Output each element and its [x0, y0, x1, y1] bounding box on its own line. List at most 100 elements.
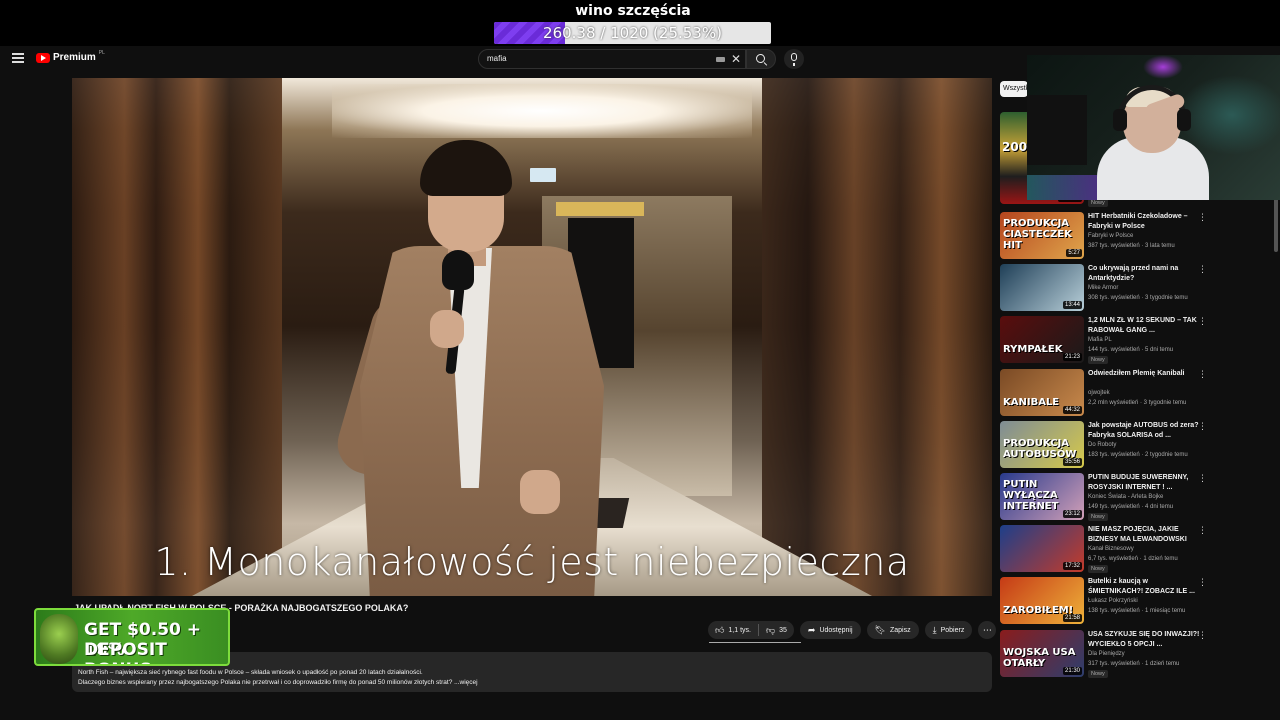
new-badge: Nowy	[1088, 565, 1108, 574]
channel-name[interactable]: Do Roboty	[1088, 442, 1116, 448]
recommendation-title[interactable]: PUTIN BUDUJE SUWERENNY, ROSYJSKI INTERNE…	[1088, 473, 1200, 493]
video-wall-left	[72, 78, 282, 596]
recommendation-thumbnail[interactable]: PRODUKCJA AUTOBUSÓW 35:56	[1000, 420, 1084, 468]
channel-name[interactable]: ojwojtek	[1088, 390, 1110, 396]
ad-mascot	[40, 614, 78, 664]
channel-name[interactable]: Łukasz Pokrzyński	[1088, 598, 1138, 604]
video-meta: 387 tys. wyświetleń · 3 lata temu	[1088, 243, 1175, 249]
recommendation-item[interactable]: ZAROBIŁEM! 21:58 Butelki z kaucją w ŚMIETN…	[1000, 577, 1270, 627]
recommendation-item[interactable]: RYMPAŁEK 21:23 1,2 MLN ZŁ W 12 SEKUND – TA…	[1000, 316, 1270, 366]
channel-name[interactable]: Fabryki w Polsce	[1088, 233, 1133, 239]
recommendation-thumbnail[interactable]: RYMPAŁEK 21:23	[1000, 316, 1084, 364]
close-icon[interactable]: ✕	[731, 52, 741, 66]
video-player[interactable]: 1. Monokanałowość jest niebezpieczna	[72, 78, 992, 596]
webcam-rgb-light	[1177, 75, 1280, 155]
recommendation-title[interactable]: HIT Herbatniki Czekoladowe – Fabryki w P…	[1088, 212, 1200, 232]
save-label: Zapisz	[889, 626, 911, 634]
recommendation-title[interactable]: NIE MASZ POJĘCIA, JAKIE BIZNESY MA LEWAN…	[1088, 525, 1200, 545]
channel-name[interactable]: Kanał Biznesowy	[1088, 546, 1134, 552]
channel-name[interactable]: Dla Pieniędzy	[1088, 651, 1125, 657]
duration-badge: 13:44	[1062, 301, 1082, 310]
headset-earcup	[1177, 109, 1191, 131]
recommendation-title[interactable]: Jak powstaje AUTOBUS od zera? Fabryka SO…	[1088, 421, 1200, 441]
more-vertical-icon[interactable]: ⋮	[1198, 317, 1207, 326]
recommendation-title[interactable]: 1,2 MLN ZŁ W 12 SEKUND – TAK RABOWAŁ GAN…	[1088, 316, 1200, 336]
more-actions-button[interactable]: ⋯	[978, 621, 997, 639]
duration-badge: 5:27	[1066, 249, 1082, 257]
download-button[interactable]: ⤓ Pobierz	[924, 621, 973, 639]
keyboard-icon[interactable]	[716, 57, 725, 62]
duration-badge: 35:56	[1062, 457, 1082, 466]
more-vertical-icon[interactable]: ⋮	[1198, 630, 1207, 640]
recommendation-item[interactable]: KANIBALE 44:32 Odwiedziłem Plemię Kanibali…	[1000, 368, 1270, 419]
more-vertical-icon[interactable]: ⋮	[1198, 213, 1207, 222]
like-dislike-group: 👍︎ 1,1 tys. 👎︎ 35	[708, 621, 794, 639]
recommendation-item[interactable]: 13:44 Co ukrywają przed nami na Antarktyd…	[1000, 264, 1270, 314]
thumbs-up-icon: 👍︎	[715, 624, 725, 635]
dislike-button[interactable]: 👎︎ 35	[759, 625, 794, 635]
video-meta: 6,7 tys. wyświetleń · 1 dzień temu	[1088, 556, 1178, 563]
more-vertical-icon[interactable]: ⋮	[1198, 369, 1207, 379]
filter-chip-all[interactable]: Wszystkie	[1000, 81, 1028, 97]
thumbnail-text: RYMPAŁEK	[1003, 344, 1063, 356]
channel-name[interactable]: Mafia PL	[1088, 337, 1112, 343]
recommendation-item[interactable]: PRODUKCJA AUTOBUSÓW 35:56 Jak powstaje AUT…	[1000, 420, 1270, 471]
like-button[interactable]: 👍︎ 1,1 tys.	[708, 624, 758, 635]
recommendation-item[interactable]: 17:32 NIE MASZ POJĘCIA, JAKIE BIZNESY MA …	[1000, 525, 1270, 575]
video-wall-right	[762, 78, 992, 596]
recommendation-item[interactable]: PUTIN WYŁĄCZA INTERNET 23:12 PUTIN BUDUJE …	[1000, 473, 1270, 523]
more-vertical-icon[interactable]: ⋮	[1198, 578, 1207, 587]
recommendation-thumbnail[interactable]: PUTIN WYŁĄCZA INTERNET 23:12	[1000, 473, 1084, 520]
search-input-value: mafia	[487, 54, 507, 63]
more-vertical-icon[interactable]: ⋮	[1198, 474, 1207, 483]
description-line-1: North Fish – największa sieć rybnego fas…	[78, 669, 423, 676]
stream-goal-overlay: wino szczęścia 260.38 / 1020 (25.53%)	[0, 0, 1280, 46]
casino-ad-banner[interactable]: GET $0.50 + 10% DEPOSIT BONUS	[34, 608, 230, 666]
more-vertical-icon[interactable]: ⋮	[1198, 265, 1207, 274]
video-meta: 149 tys. wyświetleń · 4 dni temu	[1088, 504, 1174, 510]
like-count: 1,1 tys.	[728, 626, 751, 634]
like-ratio-bar	[709, 642, 801, 643]
recommendation-title[interactable]: Odwiedziłem Plemię Kanibali	[1088, 369, 1200, 379]
voice-search-button[interactable]	[784, 49, 804, 69]
recommendation-thumbnail[interactable]: PRODUKCJA CIASTECZEK HIT 5:27	[1000, 212, 1084, 259]
recommendation-item[interactable]: PRODUKCJA CIASTECZEK HIT 5:27 HIT Herbatni…	[1000, 212, 1270, 262]
more-vertical-icon[interactable]: ⋮	[1198, 526, 1207, 535]
duration-badge: 44:32	[1062, 405, 1082, 414]
recommendation-title[interactable]: Butelki z kaucją w ŚMIETNIKACH?! ZOBACZ …	[1088, 577, 1200, 597]
presenter-hand	[430, 310, 464, 348]
search-button[interactable]	[746, 49, 776, 69]
microphone	[442, 250, 474, 290]
video-actions: 👍︎ 1,1 tys. 👎︎ 35 ➦ Udostępnij 🔖︎ Zapisz…	[708, 621, 997, 639]
new-badge: Nowy	[1088, 356, 1108, 365]
thumbnail-text: KANIBALE	[1003, 396, 1060, 408]
recommendation-title[interactable]: Co ukrywają przed nami na Antarktydzie?	[1088, 264, 1200, 284]
recommendation-item[interactable]: WOJSKA USA OTARŁY 21:30 USA SZYKUJE SIĘ DO…	[1000, 629, 1270, 680]
recommendation-thumbnail[interactable]: KANIBALE 44:32	[1000, 368, 1084, 416]
recommendation-thumbnail[interactable]: 17:32	[1000, 525, 1084, 573]
channel-name[interactable]: Koniec Świata - Arleta Bojke	[1088, 494, 1163, 500]
channel-name[interactable]: Mike Armor	[1088, 285, 1118, 291]
recommendation-title[interactable]: USA SZYKUJE SIĘ DO INWAZJI?! WYCIEKŁO 5 …	[1088, 630, 1200, 650]
recommendation-thumbnail[interactable]: WOJSKA USA OTARŁY 21:30	[1000, 629, 1084, 677]
new-badge: Nowy	[1088, 199, 1108, 207]
search-input[interactable]: mafia ✕	[478, 49, 746, 69]
duration-badge: 21:30	[1062, 666, 1082, 675]
youtube-play-icon	[36, 52, 50, 63]
share-icon: ➦	[807, 624, 816, 635]
save-button[interactable]: 🔖︎ Zapisz	[866, 621, 919, 639]
download-icon: ⤓	[932, 624, 937, 635]
streamer-webcam	[1027, 55, 1280, 200]
new-badge: Nowy	[1088, 669, 1108, 678]
video-plaque	[556, 202, 644, 216]
recommendation-thumbnail[interactable]: 13:44	[1000, 264, 1084, 312]
dislike-count: 35	[779, 626, 787, 634]
more-vertical-icon[interactable]: ⋮	[1198, 421, 1207, 431]
menu-icon[interactable]	[12, 53, 24, 63]
share-button[interactable]: ➦ Udostępnij	[799, 621, 861, 639]
sidebar-scrollbar[interactable]	[1274, 198, 1278, 252]
recommendation-thumbnail[interactable]: ZAROBIŁEM! 21:58	[1000, 577, 1084, 625]
video-meta: 144 tys. wyświetleń · 5 dni temu	[1088, 347, 1174, 354]
ad-line-2: DEPOSIT BONUS	[84, 640, 167, 664]
youtube-logo[interactable]: Premium PL	[36, 50, 105, 63]
